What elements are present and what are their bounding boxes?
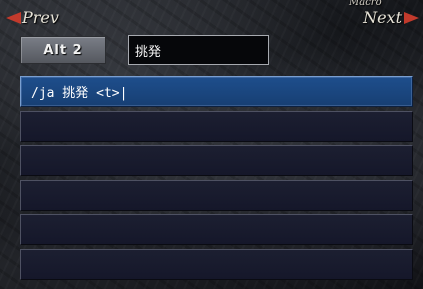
- prev-label: Prev: [22, 8, 59, 27]
- next-button[interactable]: Next: [363, 8, 419, 27]
- left-arrow-icon: [6, 11, 21, 24]
- prev-button[interactable]: Prev: [6, 8, 59, 27]
- macro-line-4[interactable]: [20, 179, 413, 211]
- macro-line-2[interactable]: [20, 110, 413, 142]
- macro-line-6[interactable]: [20, 248, 413, 280]
- right-arrow-icon: [404, 11, 419, 24]
- macro-name-field[interactable]: 挑発: [128, 35, 269, 65]
- macro-line-3[interactable]: [20, 145, 413, 177]
- macro-caption: Macro: [349, 0, 382, 8]
- macro-set-button[interactable]: Alt 2: [20, 36, 106, 64]
- macro-line-list: /ja 挑発 <t>|: [20, 76, 413, 284]
- macro-line-1[interactable]: /ja 挑発 <t>|: [20, 76, 413, 107]
- macro-line-5[interactable]: [20, 214, 413, 246]
- next-label: Next: [363, 8, 402, 27]
